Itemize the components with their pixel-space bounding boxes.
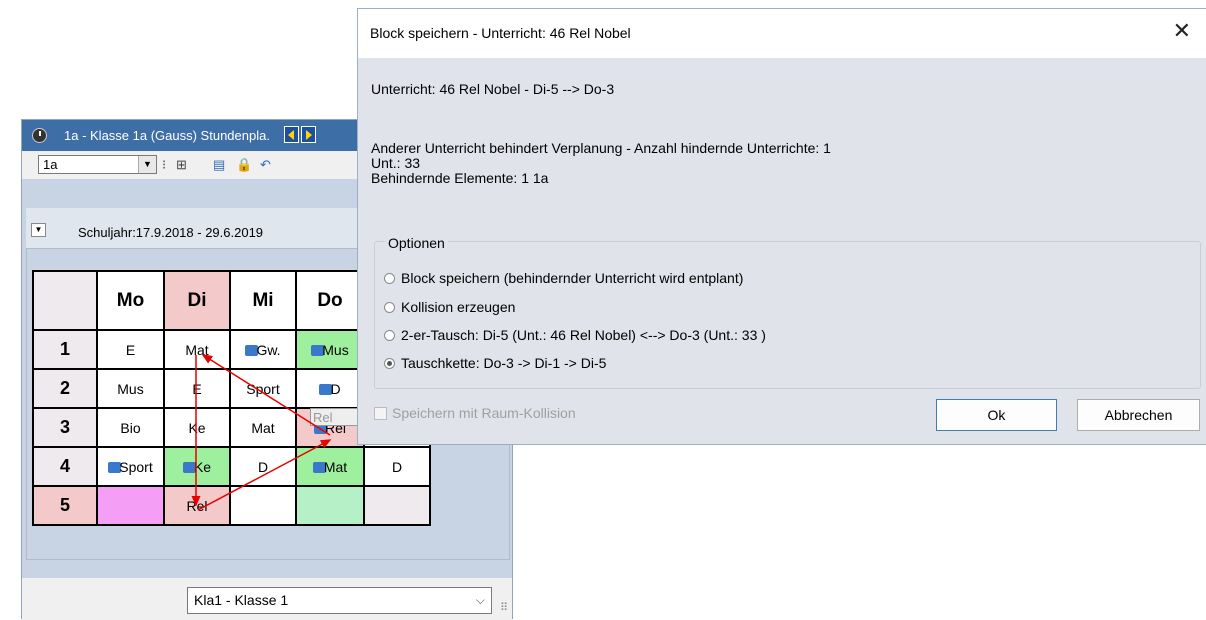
option-label: Tauschkette: Do-3 -> Di-1 -> Di-5 xyxy=(401,355,607,371)
nav-next-icon[interactable] xyxy=(301,126,316,143)
dialog-titlebar[interactable]: Block speichern - Unterricht: 46 Rel Nob… xyxy=(358,9,1206,58)
lesson-label: D xyxy=(257,458,269,475)
lesson-cell[interactable] xyxy=(96,485,165,526)
option-swap-chain[interactable]: Tauschkette: Do-3 -> Di-1 -> Di-5 xyxy=(384,355,606,371)
option-collision[interactable]: Kollision erzeugen xyxy=(384,299,515,315)
lesson-label: Mat xyxy=(185,341,209,358)
option-label: Kollision erzeugen xyxy=(401,299,516,315)
timetable-nav xyxy=(284,126,316,143)
lesson-label: Mat xyxy=(251,419,275,436)
day-header: Mi xyxy=(229,270,297,331)
checkbox-box[interactable] xyxy=(374,406,387,420)
period-number: 1 xyxy=(32,329,98,370)
clock-icon xyxy=(32,128,47,143)
conflict-lesson: Unt.: 33 xyxy=(371,155,421,171)
option-label: Block speichern (behindernder Unterricht… xyxy=(401,270,744,286)
lesson-cell[interactable]: Mat xyxy=(229,407,297,448)
cancel-button[interactable]: Abbrechen xyxy=(1077,399,1200,431)
timetable-row: 5 Rel xyxy=(32,485,431,526)
lesson-label: Mat xyxy=(323,458,348,475)
day-header: Do xyxy=(295,270,365,331)
lesson-label: Bio xyxy=(120,419,141,436)
lesson-cell[interactable]: Mat xyxy=(163,329,231,370)
lesson-cell[interactable]: D xyxy=(295,368,365,409)
day-header: Mo xyxy=(96,270,165,331)
date-dropdown-icon[interactable]: ▼ xyxy=(31,223,46,237)
chevron-down-icon[interactable]: ⌵ xyxy=(476,588,485,613)
lesson-cell[interactable]: Gw. xyxy=(229,329,297,370)
lesson-cell[interactable]: Sport xyxy=(96,446,165,487)
lesson-cell[interactable] xyxy=(295,485,365,526)
ok-button[interactable]: Ok xyxy=(936,399,1057,431)
lesson-move-info: Unterricht: 46 Rel Nobel - Di-5 --> Do-3 xyxy=(371,81,615,97)
class-select-value: 1a xyxy=(43,157,58,172)
block-save-dialog: Block speichern - Unterricht: 46 Rel Nob… xyxy=(357,8,1206,445)
lesson-label: Sport xyxy=(119,458,153,475)
options-legend: Optionen xyxy=(385,235,448,251)
option-label: 2-er-Tausch: Di-5 (Unt.: 46 Rel Nobel) <… xyxy=(401,327,766,343)
lesson-cell[interactable] xyxy=(363,485,431,526)
school-year-range: Schuljahr:17.9.2018 - 29.6.2019 xyxy=(78,225,264,240)
lesson-cell[interactable]: Rel xyxy=(163,485,231,526)
period-number: 3 xyxy=(32,407,98,448)
dialog-title: Block speichern - Unterricht: 46 Rel Nob… xyxy=(370,25,631,41)
lesson-label: Sport xyxy=(246,380,280,397)
lesson-label: D xyxy=(330,380,341,397)
period-number: 4 xyxy=(32,446,98,487)
lesson-cell[interactable]: E xyxy=(96,329,165,370)
nav-previous-icon[interactable] xyxy=(284,126,299,143)
close-icon[interactable]: ✕ xyxy=(1173,20,1191,42)
spinner-icon[interactable]: ⁝ xyxy=(162,157,166,173)
timetable-row: 4 Sport Ke D Mat D xyxy=(32,446,431,487)
conflict-elements: Behindernde Elemente: 1 1a xyxy=(371,170,549,186)
lesson-cell[interactable]: D xyxy=(229,446,297,487)
lesson-label: E xyxy=(125,341,136,358)
dropdown-arrow-icon[interactable]: ▼ xyxy=(138,156,156,173)
lesson-cell[interactable]: Ke xyxy=(163,446,231,487)
radio-swap-chain[interactable] xyxy=(384,357,395,369)
day-header: Di xyxy=(163,270,231,331)
class-select[interactable]: 1a ▼ xyxy=(38,155,157,174)
lesson-label: Rel xyxy=(186,497,208,514)
timetable-title: 1a - Klasse 1a (Gauss) Stundenpla. xyxy=(64,128,270,143)
grid-view-icon[interactable]: ⊞ xyxy=(176,157,187,173)
timetable-statusbar: Kla1 - Klasse 1 ⌵ ⠿ xyxy=(22,578,512,620)
radio-block-save[interactable] xyxy=(384,272,395,284)
option-two-swap[interactable]: 2-er-Tausch: Di-5 (Unt.: 46 Rel Nobel) <… xyxy=(384,327,766,343)
lesson-cell[interactable]: Mus xyxy=(96,368,165,409)
lesson-cell[interactable]: Mat xyxy=(295,446,365,487)
undo-icon[interactable]: ↶ xyxy=(260,157,271,173)
lesson-label: Gw. xyxy=(256,341,281,358)
lock-icon[interactable]: 🔒 xyxy=(236,157,252,173)
lesson-label: Ke xyxy=(188,419,206,436)
room-collision-label: Speichern mit Raum-Kollision xyxy=(392,405,576,421)
period-number: 2 xyxy=(32,368,98,409)
corner-cell xyxy=(32,270,98,331)
radio-two-swap[interactable] xyxy=(384,329,395,341)
lesson-label: Ke xyxy=(193,458,212,475)
conflict-info: Anderer Unterricht behindert Verplanung … xyxy=(371,140,831,156)
lesson-cell[interactable] xyxy=(229,485,297,526)
lesson-label: E xyxy=(192,380,202,397)
lesson-cell[interactable]: Sport xyxy=(229,368,297,409)
footer-select-value: Kla1 - Klasse 1 xyxy=(194,592,289,608)
lesson-cell[interactable]: Ke xyxy=(163,407,231,448)
footer-class-select[interactable]: Kla1 - Klasse 1 ⌵ xyxy=(187,587,492,614)
option-block-save[interactable]: Block speichern (behindernder Unterricht… xyxy=(384,270,743,286)
period-number: 5 xyxy=(32,485,98,526)
lesson-label: Mus xyxy=(322,341,349,358)
drag-ghost-label: Rel xyxy=(313,410,333,425)
lesson-cell[interactable]: D xyxy=(363,446,431,487)
lesson-cell[interactable]: E xyxy=(163,368,231,409)
export-icon[interactable]: ▤ xyxy=(213,157,225,173)
lesson-cell[interactable]: Mus xyxy=(295,329,365,370)
room-collision-checkbox[interactable]: Speichern mit Raum-Kollision xyxy=(374,405,576,421)
resize-grip-icon[interactable]: ⠿ xyxy=(500,601,508,614)
lesson-cell[interactable]: Bio xyxy=(96,407,165,448)
lesson-label: Mus xyxy=(117,380,144,397)
radio-collision[interactable] xyxy=(384,301,395,313)
lesson-label: D xyxy=(391,458,403,475)
